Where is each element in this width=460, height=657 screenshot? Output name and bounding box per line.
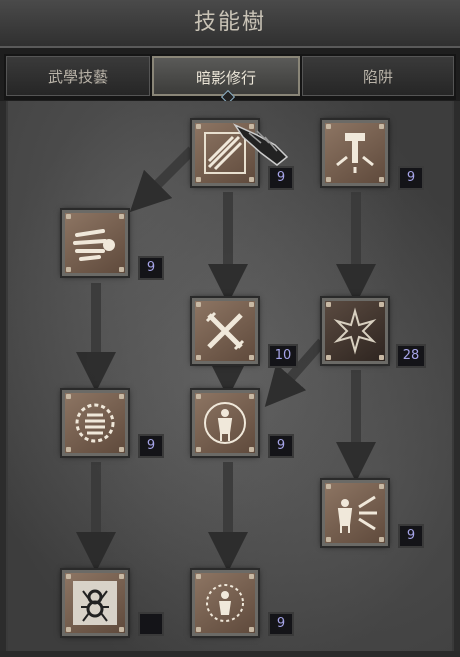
fist-strike-icon [73,229,115,261]
rivet-icon [196,574,201,579]
spiral-ring-icon [75,403,115,443]
rivet-icon [326,355,331,360]
rivet-icon [379,355,384,360]
rivet-icon [66,447,71,452]
rivet-icon [66,627,71,632]
rivet-icon [196,355,201,360]
figure-radiance-skill[interactable] [190,568,260,638]
rivet-icon [196,627,201,632]
rivet-icon [196,302,201,307]
rivet-icon [379,302,384,307]
rivet-icon [249,627,254,632]
rivet-icon [249,124,254,129]
rivet-icon [379,177,384,182]
rivet-icon [249,177,254,182]
gauntlet-cursor-icon [232,123,289,166]
spider-skill[interactable] [60,568,130,638]
spiral-ring-skill[interactable] [60,388,130,458]
rivet-icon [326,484,331,489]
skill-level-badge: 9 [138,434,164,458]
figure-blast-skill[interactable] [320,478,390,548]
skill-level-badge [138,612,164,636]
figure-radiance-icon [206,584,244,622]
rivet-icon [119,627,124,632]
spider-icon [73,581,117,625]
rivet-icon [196,447,201,452]
rivet-icon [119,574,124,579]
rivet-icon [326,537,331,542]
rivet-icon [119,447,124,452]
rivet-icon [326,124,331,129]
rivet-icon [66,574,71,579]
rivet-icon [379,124,384,129]
rivet-icon [119,394,124,399]
skill-tree-window: 技能樹 武學技藝 暗影修行 陷阱 9 9 9 10 28 9 9 9 9 [0,0,460,657]
crossed-blades-icon [205,311,245,351]
blade-shield-skill[interactable] [190,118,289,188]
skill-level-badge: 10 [268,344,298,368]
hammer-trap-skill[interactable] [320,118,390,188]
skill-level-badge: 9 [268,166,294,190]
rivet-icon [119,214,124,219]
skill-level-badge: 9 [268,434,294,458]
rivet-icon [326,302,331,307]
skill-level-badge: 9 [398,524,424,548]
figure-aura-icon [204,402,246,444]
connector-arrow [129,146,196,213]
rivet-icon [249,302,254,307]
rivet-icon [249,447,254,452]
rivet-icon [119,267,124,272]
skill-level-badge: 9 [268,612,294,636]
star-burst-skill[interactable] [320,296,390,366]
rivet-icon [249,355,254,360]
skill-level-badge: 9 [138,256,164,280]
rivet-icon [66,394,71,399]
rivet-icon [249,394,254,399]
crossed-blades-skill[interactable] [190,296,260,366]
rivet-icon [326,177,331,182]
rivet-icon [196,394,201,399]
figure-aura-skill[interactable] [190,388,260,458]
figure-blast-icon [337,495,377,533]
rivet-icon [196,124,201,129]
rivet-icon [379,537,384,542]
skill-level-badge: 9 [398,166,424,190]
rivet-icon [66,214,71,219]
rivet-icon [196,177,201,182]
rivet-icon [249,574,254,579]
rivet-icon [379,484,384,489]
rivet-icon [66,267,71,272]
hammer-trap-icon [336,133,374,173]
star-burst-icon [333,307,377,355]
skill-level-badge: 28 [396,344,426,368]
fists-of-fire-skill[interactable] [60,208,130,278]
